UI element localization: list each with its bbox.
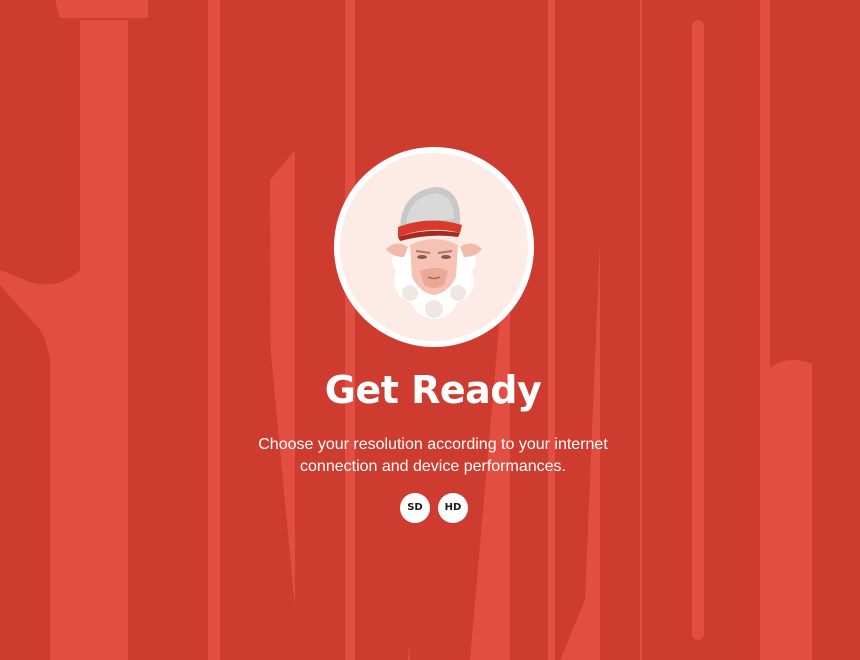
page-title: Get Ready: [324, 368, 542, 412]
hd-resolution-button[interactable]: HD: [438, 493, 468, 523]
resolution-description: Choose your resolution according to your…: [258, 436, 608, 475]
avatar-background: [340, 153, 528, 341]
sheep-with-cap-icon: [386, 187, 482, 319]
get-ready-panel: Get Ready Choose your resolution accordi…: [0, 0, 860, 660]
avatar: [334, 147, 534, 347]
sd-resolution-button[interactable]: SD: [400, 493, 430, 523]
